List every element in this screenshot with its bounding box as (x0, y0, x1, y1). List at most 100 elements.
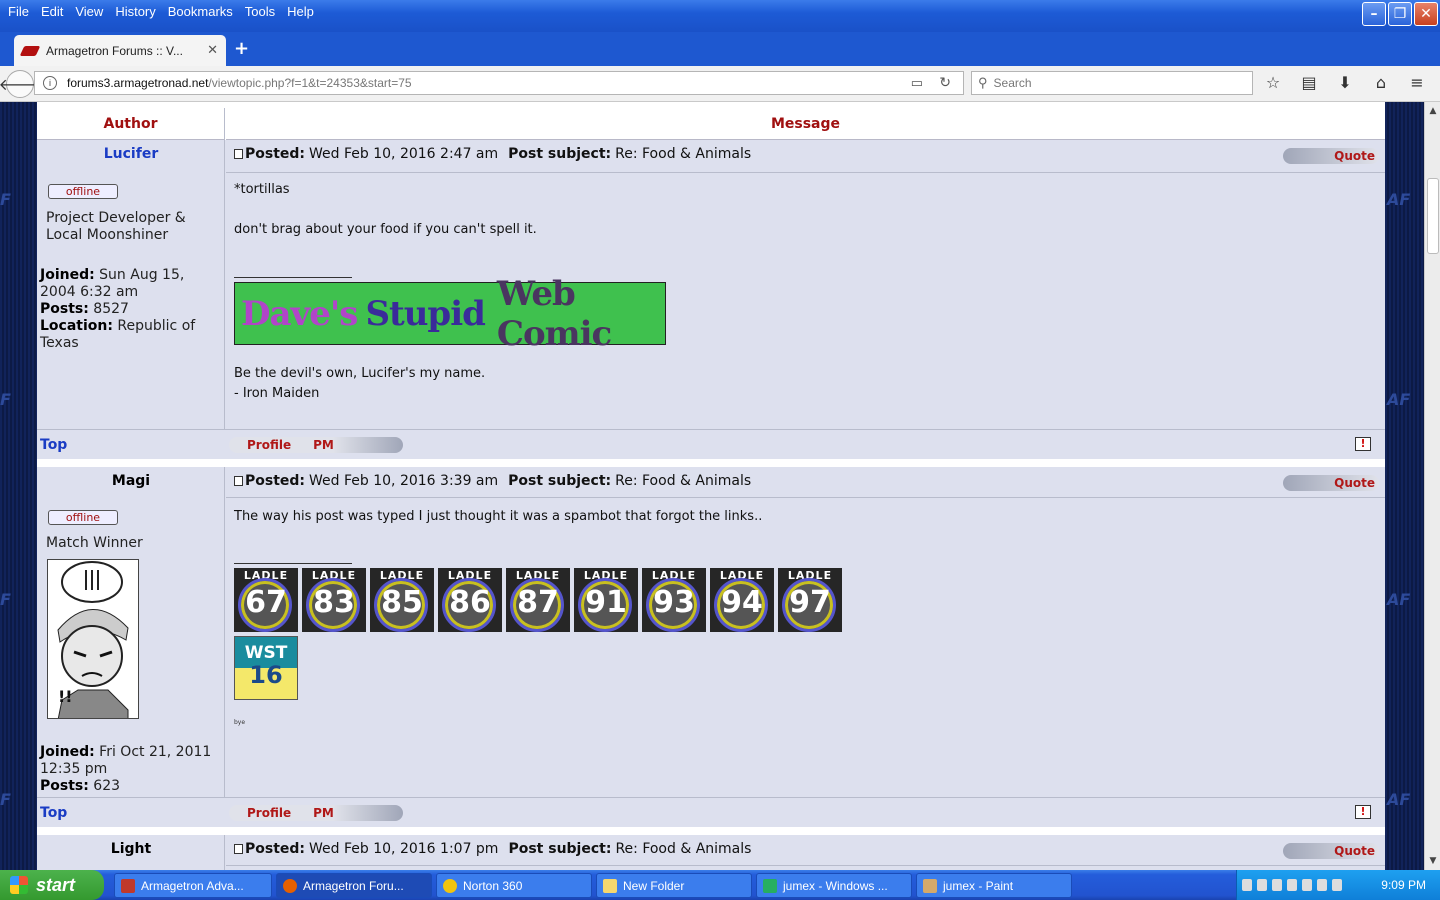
taskbar-item[interactable]: New Folder (596, 873, 752, 898)
menu-view[interactable]: View (71, 4, 111, 19)
author-name[interactable]: Lucifer (37, 146, 225, 162)
post-icon[interactable] (234, 149, 243, 159)
post-icon[interactable] (234, 844, 243, 854)
ladle-badge-image: LADLE 86 (438, 568, 502, 632)
taskbar-item[interactable]: Armagetron Foru... (276, 873, 432, 898)
search-input[interactable]: ⚲ Search (971, 71, 1253, 95)
tab-close-icon[interactable]: ✕ (207, 43, 218, 58)
author-cell: Light (37, 835, 225, 870)
post-icon[interactable] (234, 476, 243, 486)
url-bar[interactable]: i forums3.armagetronad.net/viewtopic.php… (34, 71, 964, 95)
network-icon[interactable] (1257, 879, 1267, 891)
side-watermark: F (0, 390, 11, 409)
menu-edit[interactable]: Edit (37, 4, 71, 19)
lightcycle-favicon-icon (19, 45, 41, 56)
system-tray: 9:09 PM (1236, 870, 1440, 900)
scroll-up-arrow-icon[interactable]: ▲ (1426, 104, 1440, 118)
taskbar-item[interactable]: Norton 360 (436, 873, 592, 898)
vertical-scrollbar[interactable]: ▲ ▼ (1424, 102, 1440, 870)
new-tab-button[interactable]: + (234, 38, 249, 59)
downloads-icon[interactable]: ⬇ (1334, 73, 1356, 92)
quote-button[interactable]: Quote (1283, 475, 1379, 491)
windows-logo-icon (10, 876, 28, 894)
home-icon[interactable]: ⌂ (1370, 73, 1392, 92)
menu-file[interactable]: File (4, 4, 37, 19)
user-info: Joined: Sun Aug 15, 2004 6:32 am Posts: … (40, 267, 196, 351)
norton-tray-icon[interactable] (1272, 879, 1282, 891)
left-background-stripe: F F F F (0, 102, 37, 870)
post-row: Light Posted: Wed Feb 10, 2016 1:07 pm Po… (37, 835, 1385, 870)
start-button[interactable]: start (0, 870, 104, 900)
restore-button[interactable]: ❐ (1388, 2, 1412, 26)
aol-icon[interactable] (1287, 879, 1297, 891)
top-link[interactable]: Top (40, 805, 67, 821)
bookmark-star-icon[interactable]: ☆ (1262, 73, 1284, 92)
message-cell: Posted: Wed Feb 10, 2016 3:39 am Post sub… (226, 467, 1385, 797)
paint-icon (923, 878, 937, 893)
profile-button[interactable]: Profile (247, 806, 291, 820)
side-watermark: F (0, 190, 11, 209)
search-icon: ⚲ (978, 75, 988, 90)
page-viewport: F F F F AF AF AF AF Author Message Lucif… (0, 102, 1424, 870)
post-action-bar: Top Profile PM ! (37, 429, 1385, 459)
post-header: Posted: Wed Feb 10, 2016 3:39 am Post sub… (234, 473, 751, 489)
display-icon[interactable] (1317, 879, 1327, 891)
firefox-icon (283, 878, 297, 893)
webcomic-banner-image[interactable]: Dave's Stupid Web Comic (234, 274, 666, 354)
ladle-badge-image: LADLE 94 (710, 568, 774, 632)
menu-bookmarks[interactable]: Bookmarks (164, 4, 241, 19)
url-path: /viewtopic.php?f=1&t=24353&start=75 (208, 76, 412, 90)
taskbar-item[interactable]: Armagetron Adva... (114, 873, 272, 898)
reader-view-icon[interactable]: ▭ (911, 75, 923, 91)
side-watermark: AF (1387, 790, 1411, 809)
ladle-badge-image: LADLE 83 (302, 568, 366, 632)
status-badge: offline (48, 510, 118, 525)
tab-armagetron-forums[interactable]: Armagetron Forums :: V... ✕ (14, 35, 226, 66)
volume-icon[interactable] (1332, 879, 1342, 891)
side-watermark: AF (1387, 190, 1411, 209)
scroll-thumb[interactable] (1427, 178, 1439, 254)
antivirus-icon[interactable] (1302, 879, 1312, 891)
close-window-button[interactable]: ✕ (1414, 2, 1438, 26)
user-info: Joined: Fri Oct 21, 2011 12:35 pm Posts:… (40, 744, 212, 794)
author-name[interactable]: Light (37, 841, 225, 857)
side-watermark: F (0, 590, 11, 609)
taskbar-item[interactable]: jumex - Paint (916, 873, 1072, 898)
post-action-bar: Top Profile PM ! (37, 797, 1385, 827)
taskbar: start Armagetron Adva... Armagetron Foru… (0, 870, 1440, 900)
profile-pm-buttons: Profile PM (229, 437, 403, 453)
ladle-badges: LADLE 67 LADLE 83 LADLE 85 LADLE 86 LADLE 87 … (234, 568, 842, 632)
ladle-badge-image: LADLE 67 (234, 568, 298, 632)
picture-viewer-icon (763, 878, 777, 893)
signature-divider (234, 563, 352, 564)
site-info-icon[interactable]: i (43, 76, 57, 90)
minimize-button[interactable]: – (1362, 2, 1386, 26)
quote-button[interactable]: Quote (1283, 843, 1379, 859)
quote-button[interactable]: Quote (1283, 148, 1379, 164)
user-rank: Match Winner (46, 535, 143, 551)
reload-icon[interactable]: ↻ (939, 74, 951, 91)
author-name[interactable]: Magi (37, 473, 225, 489)
tray-expand-icon[interactable] (1242, 879, 1252, 891)
profile-pm-buttons: Profile PM (229, 805, 403, 821)
top-link[interactable]: Top (40, 437, 67, 453)
pm-button[interactable]: PM (313, 806, 334, 820)
taskbar-item[interactable]: jumex - Windows ... (756, 873, 912, 898)
hamburger-menu-icon[interactable]: ≡ (1406, 73, 1428, 92)
menu-tools[interactable]: Tools (241, 4, 283, 19)
scroll-down-arrow-icon[interactable]: ▼ (1426, 854, 1440, 868)
pm-button[interactable]: PM (313, 438, 334, 452)
reading-list-icon[interactable]: ▤ (1298, 73, 1320, 92)
profile-button[interactable]: Profile (247, 438, 291, 452)
right-background-stripe: AF AF AF AF (1385, 102, 1424, 870)
author-cell: Lucifer offline Project Developer & Loca… (37, 140, 225, 429)
menu-history[interactable]: History (111, 4, 163, 19)
tab-bar: Armagetron Forums :: V... ✕ + (0, 32, 1440, 66)
back-button[interactable]: 🡐 (0, 70, 41, 98)
armagetron-app-icon (121, 878, 135, 893)
user-rank: Project Developer & Local Moonshiner (46, 210, 186, 243)
side-watermark: AF (1387, 590, 1411, 609)
report-post-icon[interactable]: ! (1355, 437, 1371, 451)
report-post-icon[interactable]: ! (1355, 805, 1371, 819)
menu-help[interactable]: Help (283, 4, 322, 19)
